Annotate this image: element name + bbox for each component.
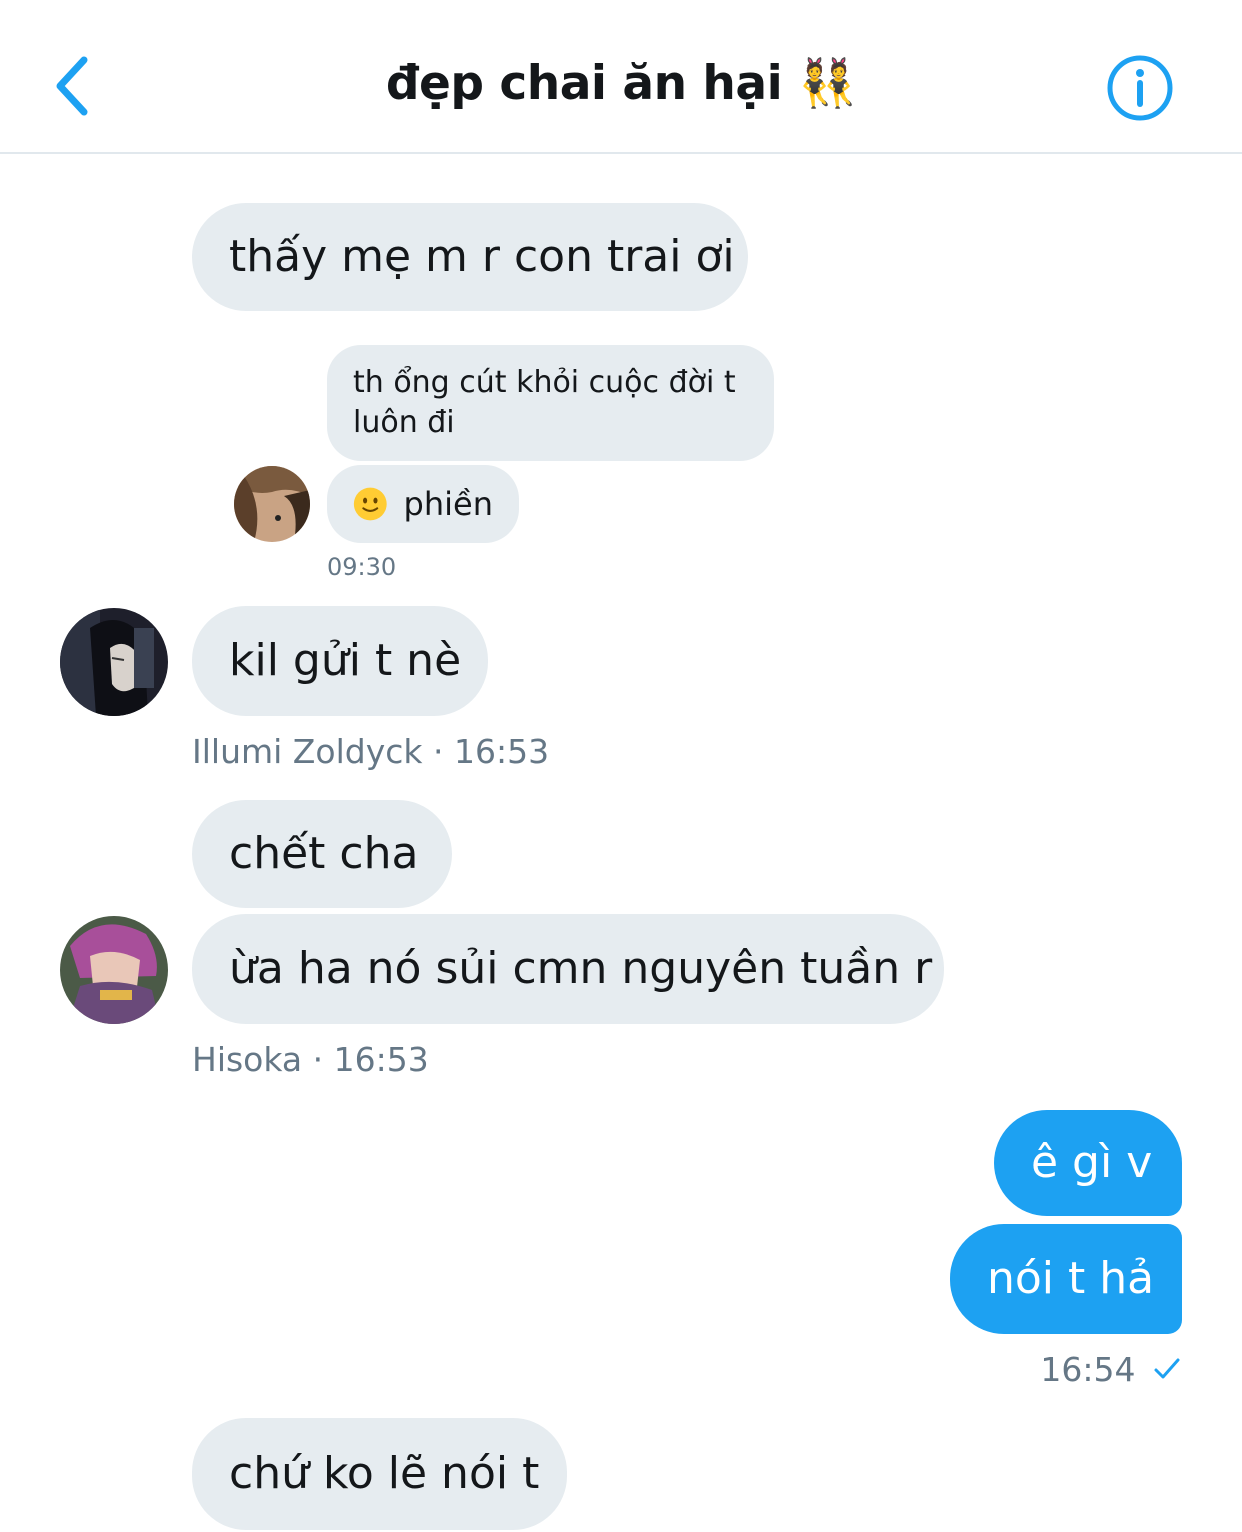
message-text: ê gì v (1031, 1137, 1153, 1188)
message-meta: 16:54 (1040, 1350, 1182, 1389)
message-timestamp: 16:53 (453, 732, 550, 771)
message-bubble[interactable]: thấy mẹ m r con trai ơi (192, 203, 748, 311)
message-text: th ổng cút khỏi cuộc đời t luôn đi (353, 365, 736, 440)
meta-separator: · (432, 732, 454, 771)
message-timestamp: 16:54 (1040, 1350, 1136, 1389)
message-text: kil gửi t nè (229, 635, 462, 686)
shared-message-bubble[interactable]: th ổng cút khỏi cuộc đời t luôn đi (327, 345, 774, 461)
message-bubble[interactable]: kil gửi t nè (192, 606, 488, 716)
message-meta: Hisoka · 16:53 (192, 1040, 429, 1079)
dancers-emoji: 👯 (798, 56, 857, 111)
message-timestamp: 16:53 (333, 1040, 429, 1079)
message-text: phiền (403, 485, 493, 523)
sender-name[interactable]: Hisoka (192, 1040, 302, 1079)
message-text: chết cha (229, 828, 419, 879)
meta-separator: · (312, 1040, 334, 1079)
message-bubble[interactable]: chứ ko lẽ nói t (192, 1418, 567, 1530)
info-icon (1107, 55, 1173, 121)
message-bubble[interactable]: ừa ha nó sủi cmn nguyên tuần r (192, 914, 944, 1024)
info-button[interactable] (1106, 54, 1174, 122)
avatar[interactable] (60, 916, 168, 1024)
avatar[interactable] (234, 466, 310, 542)
outgoing-message-bubble[interactable]: nói t hả (950, 1224, 1182, 1334)
outgoing-message-bubble[interactable]: ê gì v (994, 1110, 1182, 1216)
message-text: nói t hả (987, 1253, 1155, 1304)
shared-reply-bubble[interactable]: phiền (327, 465, 519, 543)
sender-name[interactable]: Illumi Zoldyck (192, 732, 422, 771)
message-text: chứ ko lẽ nói t (229, 1448, 540, 1499)
conversation-title[interactable]: đẹp chai ăn hại 👯 (0, 56, 1242, 111)
message-bubble[interactable]: chết cha (192, 800, 452, 908)
message-text: ừa ha nó sủi cmn nguyên tuần r (229, 943, 933, 994)
avatar[interactable] (60, 608, 168, 716)
conversation-header: đẹp chai ăn hại 👯 (0, 0, 1242, 154)
checkmark-icon (1154, 1358, 1180, 1379)
message-text: thấy mẹ m r con trai ơi (229, 231, 735, 282)
title-text: đẹp chai ăn hại (385, 56, 783, 111)
message-timestamp: 09:30 (327, 553, 397, 581)
slightly-smiling-face-icon (353, 487, 387, 521)
message-meta: Illumi Zoldyck · 16:53 (192, 732, 549, 771)
